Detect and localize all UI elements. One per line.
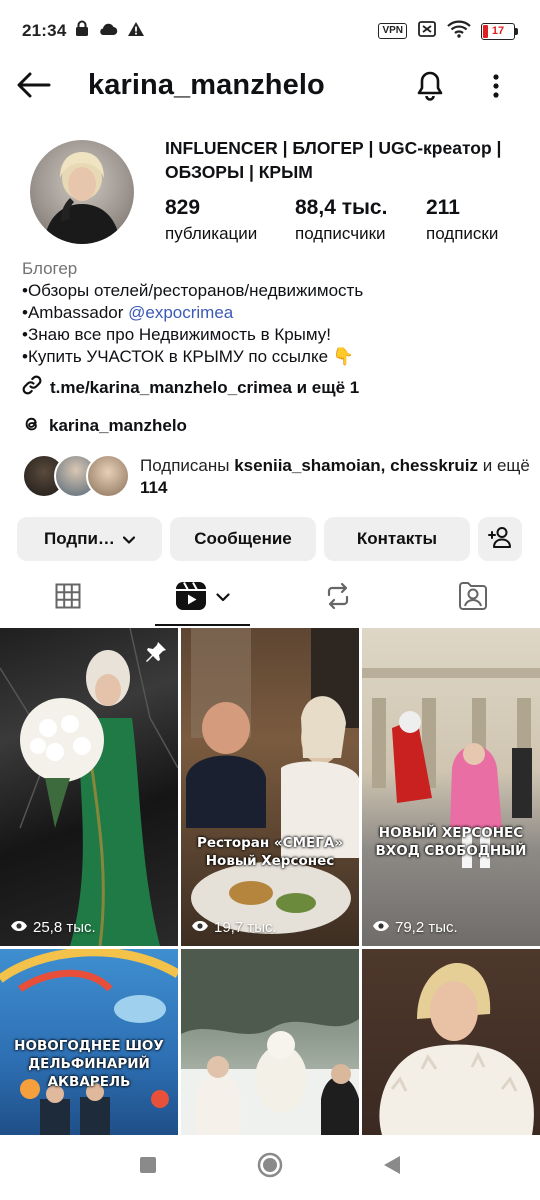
profile-header: karina_manzhelo — [0, 62, 540, 112]
pin-icon — [144, 640, 168, 669]
wifi-icon — [447, 20, 471, 43]
view-count-text: 79,2 тыс. — [395, 919, 458, 936]
system-back-button[interactable] — [383, 1155, 401, 1180]
posts-stat[interactable]: 829 публикации — [165, 195, 295, 247]
system-navigation-bar — [0, 1135, 540, 1200]
grid-icon — [55, 583, 81, 614]
vpn-icon: VPN — [378, 23, 407, 39]
tagged-icon — [458, 581, 488, 616]
profile-category: Блогер — [22, 259, 78, 278]
mutual-avatar — [86, 454, 130, 498]
battery-icon: 17 — [481, 22, 518, 40]
reels-grid: 25,8 тыс. Ресторан «СМЕГА» Новый Херсонес… — [0, 628, 540, 1135]
reel-thumbnail[interactable] — [181, 949, 359, 1135]
more-vertical-icon — [492, 73, 500, 104]
chevron-down-icon — [122, 529, 136, 549]
link-icon — [22, 375, 42, 400]
view-count: 79,2 тыс. — [372, 919, 458, 936]
reel-thumbnail[interactable]: 25,8 тыс. — [0, 628, 178, 946]
reel-overlay-text: Ресторан «СМЕГА» Новый Херсонес — [196, 835, 343, 869]
tab-grid[interactable] — [0, 570, 135, 626]
message-button-label: Сообщение — [194, 529, 292, 548]
reel-thumbnail[interactable] — [362, 949, 540, 1135]
content-tabs — [0, 570, 540, 626]
suggested-users-button[interactable] — [478, 517, 522, 561]
home-button[interactable] — [257, 1152, 283, 1183]
followed-names: kseniia_shamoian, chesskruiz — [234, 456, 479, 475]
bell-icon — [415, 70, 445, 107]
reel-thumbnail[interactable]: Ресторан «СМЕГА» Новый Херсонес 19,7 тыс. — [181, 628, 359, 946]
followers-count: 88,4 тыс. — [295, 196, 388, 219]
bio-line: •Купить УЧАСТОК в КРЫМУ по ссылке 👇 — [22, 347, 354, 366]
profile-headline: INFLUENCER | БЛОГЕР | UGC-креатор | ОБЗО… — [165, 138, 502, 182]
posts-count: 829 — [165, 196, 201, 219]
eye-icon — [191, 919, 209, 936]
mention-link[interactable]: @expocrimea — [128, 303, 233, 322]
contacts-button[interactable]: Контакты — [324, 517, 470, 561]
threads-icon — [22, 414, 41, 438]
posts-label: публикации — [165, 224, 258, 243]
bio-line: •Обзоры отелей/ресторанов/недвижимость — [22, 281, 364, 300]
cloud-icon — [98, 21, 118, 41]
followers-label: подписчики — [295, 224, 386, 243]
view-count-text: 19,7 тыс. — [214, 919, 277, 936]
followed-more-prefix: и ещё — [478, 456, 530, 475]
following-dropdown-button[interactable]: Подпи… — [17, 517, 162, 561]
following-count: 211 — [426, 196, 460, 219]
contacts-button-label: Контакты — [356, 529, 438, 548]
lock-icon — [75, 20, 89, 42]
status-time: 21:34 — [22, 21, 67, 40]
view-count: 19,7 тыс. — [191, 919, 277, 936]
eye-icon — [10, 919, 28, 936]
no-sim-icon — [417, 20, 437, 43]
repost-icon — [324, 582, 352, 615]
username-title: karina_manzhelo — [88, 69, 325, 101]
tab-reposts[interactable] — [270, 570, 405, 626]
recent-apps-button[interactable] — [139, 1156, 157, 1179]
back-button[interactable] — [14, 68, 54, 106]
battery-fill — [483, 24, 489, 38]
profile-bio: Блогер •Обзоры отелей/ресторанов/недвижи… — [22, 258, 522, 368]
profile-avatar[interactable] — [30, 140, 134, 244]
reel-overlay-text: НОВОГОДНЕЕ ШОУ ДЕЛЬФИНАРИЙ АКВАРЕЛЬ — [14, 1038, 164, 1090]
more-options-button[interactable] — [478, 68, 514, 108]
following-button-label: Подпи… — [44, 529, 115, 548]
threads-handle: karina_manzhelo — [49, 416, 187, 435]
reels-icon — [175, 581, 207, 616]
eye-icon — [372, 919, 390, 936]
profile-actions: Подпи… Сообщение Контакты — [17, 517, 522, 561]
notifications-button[interactable] — [410, 68, 450, 108]
add-person-icon — [488, 526, 512, 553]
reel-thumbnail[interactable]: НОВОГОДНЕЕ ШОУ ДЕЛЬФИНАРИЙ АКВАРЕЛЬ — [0, 949, 178, 1135]
followed-count: 114 — [140, 478, 168, 497]
chevron-down-icon — [216, 589, 230, 607]
back-arrow-icon — [17, 72, 51, 103]
following-label: подписки — [426, 224, 499, 243]
bio-line: •Знаю все про Недвижимость в Крыму! — [22, 325, 332, 344]
bio-line-text: •Ambassador — [22, 303, 129, 322]
warning-icon — [127, 21, 145, 42]
tab-reels[interactable] — [135, 570, 270, 626]
mutual-followers-avatars[interactable] — [22, 454, 132, 498]
bio-line: •Ambassador @expocrimea — [22, 302, 522, 324]
reel-thumbnail[interactable]: НОВЫЙ ХЕРСОНЕС ВХОД СВОБОДНЫЙ 79,2 тыс. — [362, 628, 540, 946]
following-stat[interactable]: 211 подписки — [426, 195, 498, 247]
tab-tagged[interactable] — [405, 570, 540, 626]
external-link[interactable]: t.me/karina_manzhelo_crimea и ещё 1 — [22, 375, 359, 400]
view-count: 25,8 тыс. — [10, 919, 96, 936]
view-count-text: 25,8 тыс. — [33, 919, 96, 936]
followers-stat[interactable]: 88,4 тыс. подписчики — [295, 195, 426, 247]
mutual-followers-text[interactable]: Подписаны kseniia_shamoian, chesskruiz и… — [140, 455, 530, 499]
link-text: t.me/karina_manzhelo_crimea и ещё 1 — [50, 377, 360, 397]
threads-badge[interactable]: karina_manzhelo — [22, 414, 187, 438]
followed-prefix: Подписаны — [140, 456, 235, 475]
battery-level: 17 — [491, 25, 505, 37]
reel-overlay-text: НОВЫЙ ХЕРСОНЕС ВХОД СВОБОДНЫЙ — [375, 825, 527, 859]
message-button[interactable]: Сообщение — [170, 517, 316, 561]
profile-stats: 829 публикации 88,4 тыс. подписчики 211 … — [165, 195, 498, 247]
status-bar: 21:34 VPN 17 — [0, 0, 540, 62]
